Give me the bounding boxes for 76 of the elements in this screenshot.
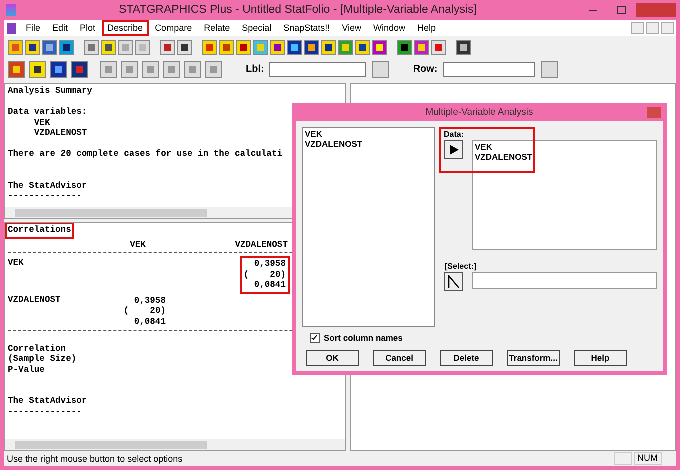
menu-item[interactable]: Special (236, 20, 278, 36)
output-line: VEK (33, 118, 50, 128)
output-line: -------------- (8, 191, 82, 202)
checkbox[interactable] (310, 333, 320, 343)
arrow-button[interactable] (444, 140, 463, 159)
output-line: P-Value (8, 364, 45, 375)
toolbar-icon[interactable] (25, 40, 40, 54)
output-line: Data variables: (8, 107, 88, 118)
list-item[interactable]: VZDALENOST (305, 139, 363, 149)
toolbar-icon[interactable] (270, 40, 285, 54)
output-line: The StatAdvisor (8, 180, 88, 191)
menu-item[interactable]: Help (412, 20, 442, 36)
toolbar-icon[interactable] (50, 60, 67, 78)
flag-icon (448, 274, 460, 288)
column-header: VEK (129, 240, 147, 250)
menu-item[interactable]: Plot (74, 20, 102, 36)
output-line: -------------- (8, 406, 82, 417)
app-icon (6, 4, 16, 16)
dialog-button[interactable]: Cancel (373, 350, 426, 366)
toolbar-icon[interactable] (71, 60, 88, 78)
toolbar-icon[interactable] (304, 40, 319, 54)
label-field[interactable] (269, 62, 366, 76)
horizontal-scrollbar[interactable] (5, 439, 345, 450)
output-line: The StatAdvisor (8, 396, 88, 406)
table-cell: 0,3958 ( 20) 0,0841 (242, 258, 288, 292)
dialog-button[interactable]: Delete (440, 350, 493, 366)
play-icon (448, 144, 460, 156)
flag-button[interactable] (444, 272, 463, 291)
status-indicator: NUM (634, 452, 662, 465)
list-item[interactable]: VEK (475, 142, 492, 152)
status-indicator (614, 452, 632, 465)
dialog-title: Multiple-Variable Analysis (424, 106, 534, 118)
field-label: Lbl: (246, 64, 264, 74)
toolbar-icon[interactable] (397, 40, 412, 54)
toolbar-icon[interactable] (456, 40, 471, 54)
toolbar-icon[interactable] (287, 40, 302, 54)
row-label: VEK (8, 258, 25, 270)
menu-item[interactable]: SnapStats!! (278, 20, 336, 36)
output-line: There are 20 complete cases for use in the calculati (8, 149, 283, 160)
status-text: Use the right mouse button to select options (6, 454, 184, 464)
field-label: Row: (413, 64, 438, 74)
list-item[interactable]: VEK (305, 129, 322, 139)
document-icon (7, 22, 16, 34)
toolbar-icon[interactable] (59, 40, 74, 54)
field-label: Data: (443, 129, 464, 140)
menu-item[interactable]: Relate (198, 20, 236, 36)
select-field[interactable] (472, 272, 657, 289)
section-heading: Correlations (8, 225, 72, 236)
menu-item[interactable]: Describe (102, 20, 150, 36)
dialog-button[interactable]: OK (306, 350, 359, 366)
window-title: STATGRAPHICS Plus - Untitled StatFolio - [Multiple-Variable Analysis] (118, 4, 478, 16)
menu-item[interactable]: View (336, 20, 368, 36)
output-line: (Sample Size) (8, 354, 77, 364)
row-label: VZDALENOST (8, 294, 62, 306)
variable-list[interactable]: VEK VZDALENOST (302, 127, 435, 327)
output-line: Analysis Summary (8, 86, 92, 96)
output-line: VZDALENOST (33, 128, 88, 138)
list-item[interactable]: VZDALENOST (475, 152, 533, 162)
toolbar-icon[interactable] (321, 40, 336, 54)
menu-item[interactable]: Window (368, 20, 412, 36)
menu-item[interactable]: Edit (46, 20, 74, 36)
dialog-button[interactable]: Help (574, 350, 627, 366)
toolbar-icon[interactable] (177, 40, 192, 54)
table-cell-text: 0,3958 ( 20) 0,0841 (122, 294, 167, 328)
menu-item[interactable]: Compare (149, 20, 198, 36)
toolbar-icon[interactable] (355, 40, 370, 54)
data-field[interactable]: VEK VZDALENOST (472, 140, 657, 250)
output-line: Correlation (8, 344, 66, 354)
toolbar-icon[interactable] (101, 40, 116, 54)
checkbox-label: Sort column names (324, 333, 403, 343)
toolbar-icon[interactable] (29, 60, 46, 78)
column-header: VZDALENOST (234, 240, 288, 250)
row-field[interactable] (442, 62, 535, 76)
field-label: [Select:] (444, 261, 477, 272)
dialog-button[interactable]: Transform... (507, 350, 560, 366)
menu-item[interactable]: File (20, 20, 47, 36)
